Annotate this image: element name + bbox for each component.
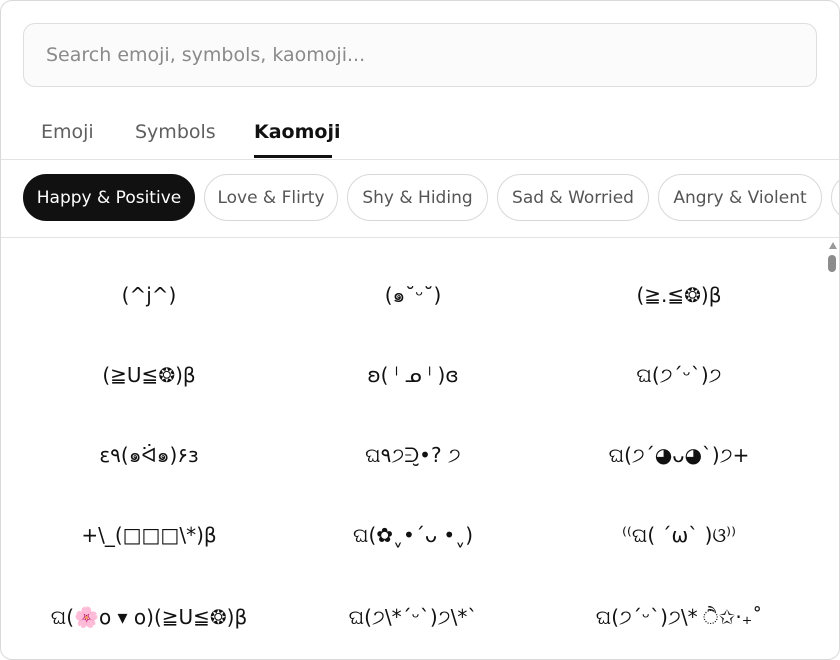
category-shy-hiding[interactable]: Shy & Hiding <box>347 174 488 221</box>
kaomoji-item[interactable]: (≧.≦❂)β <box>544 255 814 335</box>
kaomoji-item[interactable]: ଘ۹੭ᕭ̮•? ੭ <box>278 415 548 495</box>
kaomoji-item[interactable]: ଘ(੭ˊ◕ᴗ◕ˋ)੭+ <box>544 415 814 495</box>
active-tab-indicator <box>254 155 332 158</box>
category-happy-positive[interactable]: Happy & Positive <box>23 174 195 221</box>
tab-symbols[interactable]: Symbols <box>135 121 216 143</box>
tab-kaomoji[interactable]: Kaomoji <box>254 121 340 143</box>
kaomoji-item[interactable]: ε٩(๑ᐛ๑)۶ɜ <box>14 415 284 495</box>
kaomoji-grid: (^j^) (๑˘ᵕ˘) (≧.≦❂)β (≧U≦❂)β ʚ( ˡ ᓄ ˡ )ɞ… <box>1 238 825 659</box>
kaomoji-item[interactable]: ଘ(✿ˬ•´ᴗ •ˬ) <box>278 495 548 575</box>
kaomoji-item[interactable]: ⁽⁽ଘ( ˊωˋ )ଓ⁾⁾ <box>544 495 814 575</box>
category-sad-worried[interactable]: Sad & Worried <box>497 174 649 221</box>
category-more[interactable] <box>831 174 839 221</box>
kaomoji-item[interactable]: ଘ(੭\*ˊᵕˋ)੭\*` <box>278 577 548 657</box>
kaomoji-item[interactable]: ଘ(🌸ο ▾ ο)(≧U≦❂)β <box>14 577 284 657</box>
kaomoji-item[interactable]: +\_(□□□\*)β <box>14 495 284 575</box>
category-chips: Happy & Positive Love & Flirty Shy & Hid… <box>1 159 839 238</box>
vertical-scrollbar[interactable] <box>825 238 839 659</box>
tab-emoji[interactable]: Emoji <box>41 121 94 143</box>
kaomoji-item[interactable]: (^j^) <box>14 255 284 335</box>
kaomoji-item[interactable]: ʚ( ˡ ᓄ ˡ )ɞ <box>278 335 548 415</box>
search-input[interactable] <box>44 43 796 67</box>
search-box[interactable] <box>23 23 817 87</box>
picker-tabs: Emoji Symbols Kaomoji <box>1 109 839 160</box>
kaomoji-item[interactable]: (≧U≦❂)β <box>14 335 284 415</box>
kaomoji-picker-panel: Emoji Symbols Kaomoji Happy & Positive L… <box>0 0 840 660</box>
category-angry-violent[interactable]: Angry & Violent <box>658 174 822 221</box>
kaomoji-item[interactable]: (๑˘ᵕ˘) <box>278 255 548 335</box>
kaomoji-item[interactable]: ଘ(੭ˊᵕˋ)੭\* ੈ✩‧₊˚ <box>544 577 814 657</box>
scroll-up-arrow-icon[interactable] <box>829 242 837 249</box>
kaomoji-item[interactable]: ଘ(੭´ᵕ`)੭ <box>544 335 814 415</box>
scrollbar-thumb[interactable] <box>828 255 836 272</box>
category-love-flirty[interactable]: Love & Flirty <box>204 174 338 221</box>
